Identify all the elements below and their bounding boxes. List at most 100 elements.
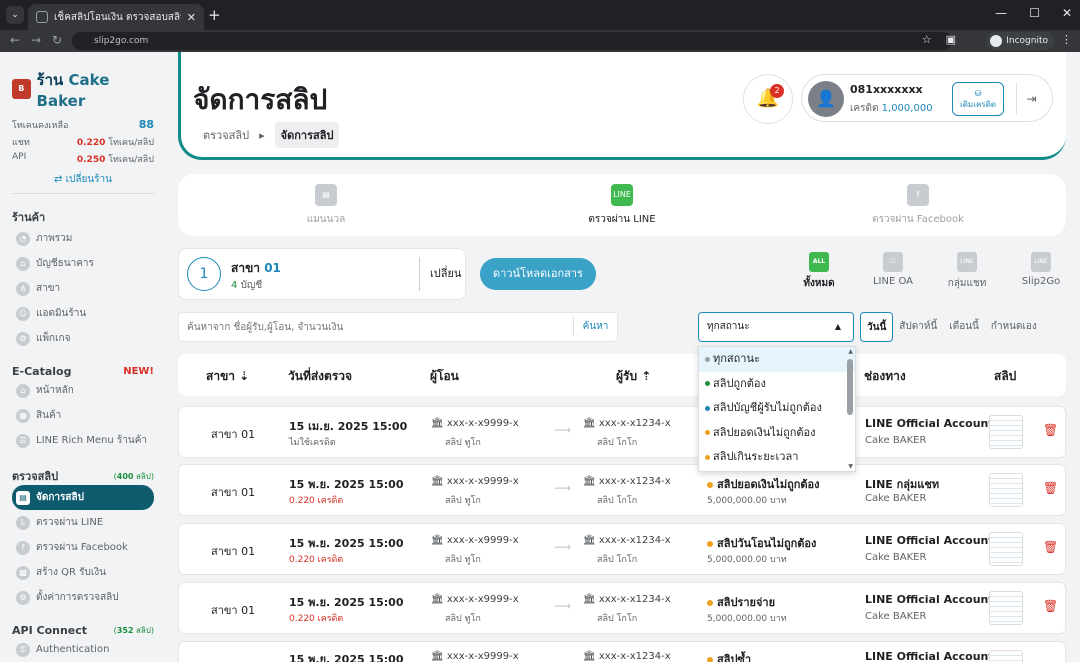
tab-line[interactable]: LINE ตรวจผ่าน LINE [474, 174, 770, 236]
row-credit: 0.220 เครดิต [289, 614, 344, 624]
slip-count-unit: สลิป [136, 471, 151, 481]
range-week[interactable]: สัปดาห์นี้ [893, 312, 943, 342]
address-bar-row: ← → ↻ slip2go.com ☆ ▣ Incognito ⋮ [0, 30, 1080, 52]
sidepanel-icon[interactable]: ▣ [946, 33, 956, 46]
reload-icon[interactable]: ↻ [52, 33, 62, 47]
browser-chrome: ⌄ เช็คสลิปโอนเงิน ตรวจสอบสลิปปลอม... ✕ +… [0, 0, 1080, 52]
status-option-all[interactable]: ทุกสถานะ [699, 347, 855, 372]
close-tab-icon[interactable]: ✕ [187, 11, 196, 24]
sidebar-item-label: ภาพรวม [36, 233, 73, 244]
branch-accounts: 4 บัญชี [231, 278, 262, 293]
slip-thumbnail[interactable] [989, 650, 1023, 662]
channel-all[interactable]: ALL ทั้งหมด [782, 252, 856, 291]
sidebar-item-products[interactable]: ▦ สินค้า [12, 403, 154, 428]
search-button[interactable]: ค้นหา [573, 317, 617, 337]
url-field[interactable]: slip2go.com [72, 32, 952, 50]
sidebar-item-packages[interactable]: ⚙ แพ็กเกจ [12, 326, 154, 351]
window-controls: — ☐ ✕ [995, 6, 1072, 20]
table-row[interactable]: 15 พ.ย. 2025 15:00 🏛 xxx-x-x9999-x 🏛 xxx… [178, 641, 1066, 662]
trash-icon[interactable]: 🗑 [1043, 599, 1058, 613]
browser-menu-icon[interactable]: ⋮ [1061, 33, 1072, 46]
sidebar-item-rich-menu[interactable]: ☰ LINE Rich Menu ร้านค้า [12, 428, 154, 453]
channel-line-oa[interactable]: ☐ LINE OA [856, 252, 930, 291]
avatar[interactable]: 👤 [808, 81, 844, 117]
row-sender-bank: สลิป ทูโก [445, 438, 481, 448]
status-dot [705, 454, 710, 460]
sidebar-item-check-line[interactable]: L ตรวจผ่าน LINE [12, 510, 154, 535]
sidebar-item-check-facebook[interactable]: f ตรวจผ่าน Facebook [12, 535, 154, 560]
breadcrumb-root[interactable]: ตรวจสลิป [203, 126, 249, 144]
forward-icon[interactable]: → [31, 33, 41, 47]
row-sender: 🏛 xxx-x-x9999-x [431, 418, 519, 429]
bookmark-star-icon[interactable]: ☆ [922, 33, 932, 46]
maximize-icon[interactable]: ☐ [1029, 6, 1040, 20]
sidebar-item-admins[interactable]: ☺ แอดมินร้าน [12, 301, 154, 326]
status-option-expired[interactable]: สลิปเกินระยะเวลา [699, 445, 855, 470]
col-branch[interactable]: สาขา ⇣ [206, 367, 249, 386]
browser-tab[interactable]: เช็คสลิปโอนเงิน ตรวจสอบสลิปปลอม... ✕ [28, 4, 204, 30]
slip2go-icon: LINE [1031, 252, 1051, 272]
channel-group-chat[interactable]: LINE กลุ่ม กลุ่มแชท [930, 252, 1004, 291]
range-custom[interactable]: กำหนดเอง [985, 312, 1043, 342]
table-row[interactable]: สาขา 01 15 พ.ย. 2025 15:00 0.220 เครดิต … [178, 582, 1066, 634]
row-credit: 0.220 เครดิต [289, 555, 344, 565]
back-icon[interactable]: ← [10, 33, 20, 47]
table-row[interactable]: สาขา 01 15 เม.ย. 2025 15:00 ไม่ใช้เครดิต… [178, 406, 1066, 458]
status-option-wrong-amount[interactable]: สลิปยอดเงินไม่ถูกต้อง [699, 421, 855, 446]
incognito-badge[interactable]: Incognito [986, 32, 1054, 50]
sidebar-item-label: ตรวจผ่าน LINE [36, 517, 104, 528]
switch-shop-button[interactable]: ⇄ เปลี่ยนร้าน [12, 172, 154, 194]
sidebar-item-authentication[interactable]: ⚿ Authentication [12, 637, 154, 662]
sidebar-item-slip-settings[interactable]: ⚙ ตั้งค่าการตรวจสลิป [12, 585, 154, 610]
download-documents-button[interactable]: ดาวน์โหลดเอกสาร [480, 258, 596, 290]
trash-icon[interactable]: 🗑 [1043, 481, 1058, 495]
token-balance: โทเคนคงเหลือ 88 [12, 118, 154, 132]
search-input[interactable] [179, 313, 559, 341]
logout-icon[interactable]: ⇥ [1016, 83, 1046, 115]
notification-button[interactable]: 🔔 2 [743, 74, 793, 124]
sidebar-item-overview[interactable]: ◔ ภาพรวม [12, 226, 154, 251]
token-balance-value: 88 [138, 118, 154, 131]
slip-thumbnail[interactable] [989, 532, 1023, 566]
col-receiver[interactable]: ผู้รับ ⇡ [616, 367, 651, 386]
sidebar-item-branches[interactable]: ⋔ สาขา [12, 276, 154, 301]
scroll-up-icon[interactable]: ▲ [848, 348, 853, 355]
tab-manual[interactable]: ▤ แมนนวล [178, 174, 474, 236]
slip-thumbnail[interactable] [989, 415, 1023, 449]
table-row[interactable]: สาขา 01 15 พ.ย. 2025 15:00 0.220 เครดิต … [178, 523, 1066, 575]
new-tab-icon[interactable]: + [208, 6, 221, 24]
trash-icon[interactable]: 🗑 [1043, 423, 1058, 437]
slip-thumbnail[interactable] [989, 591, 1023, 625]
status-option-valid[interactable]: สลิปถูกต้อง [699, 372, 855, 397]
close-window-icon[interactable]: ✕ [1062, 6, 1072, 20]
trash-icon[interactable]: 🗑 [1043, 540, 1058, 554]
range-today[interactable]: วันนี้ [860, 312, 894, 342]
row-date: 15 พ.ย. 2025 15:00 [289, 653, 404, 662]
section-shop-title: ร้านค้า [12, 211, 46, 224]
table-row[interactable]: สาขา 01 15 พ.ย. 2025 15:00 0.220 เครดิต … [178, 464, 1066, 516]
topup-button[interactable]: ⛁ เติมเครดิต [952, 82, 1004, 116]
range-month[interactable]: เดือนนี้ [943, 312, 985, 342]
status-select[interactable]: ทุกสถานะ ▲ [698, 312, 854, 342]
minimize-icon[interactable]: — [995, 6, 1007, 20]
arrow-right-icon: ⟶ [554, 423, 572, 437]
channel-slip2go[interactable]: LINE Slip2Go [1004, 252, 1078, 291]
slip-thumbnail[interactable] [989, 473, 1023, 507]
section-shop: ร้านค้า [12, 208, 154, 226]
scroll-down-icon[interactable]: ▼ [848, 463, 853, 470]
sidebar-item-manage-slips[interactable]: ▤ จัดการสลิป [12, 485, 154, 510]
tab-bar: ⌄ เช็คสลิปโอนเงิน ตรวจสอบสลิปปลอม... ✕ +… [0, 0, 1080, 30]
dropdown-scrollbar[interactable] [847, 359, 853, 415]
section-api: API Connect (352 สลิป) [12, 624, 154, 637]
row-amount: 5,000,000.00 บาท [707, 496, 787, 506]
token-balance-label: โทเคนคงเหลือ [12, 121, 69, 131]
tab-facebook[interactable]: f ตรวจผ่าน Facebook [770, 174, 1066, 236]
sidebar-item-bank-accounts[interactable]: ⌂ บัญชีธนาคาร [12, 251, 154, 276]
tab-search-icon[interactable]: ⌄ [6, 6, 24, 24]
status-option-wrong-receiver[interactable]: สลิปบัญชีผู้รับไม่ถูกต้อง [699, 396, 855, 421]
row-channel-shop: Cake BAKER [865, 611, 927, 622]
sidebar-item-qr[interactable]: ▩ สร้าง QR รับเงิน [12, 560, 154, 585]
change-branch-button[interactable]: เปลี่ยน [419, 257, 461, 291]
sidebar-item-catalog-home[interactable]: ⌂ หน้าหลัก [12, 378, 154, 403]
dashboard-icon: ◔ [16, 231, 30, 246]
